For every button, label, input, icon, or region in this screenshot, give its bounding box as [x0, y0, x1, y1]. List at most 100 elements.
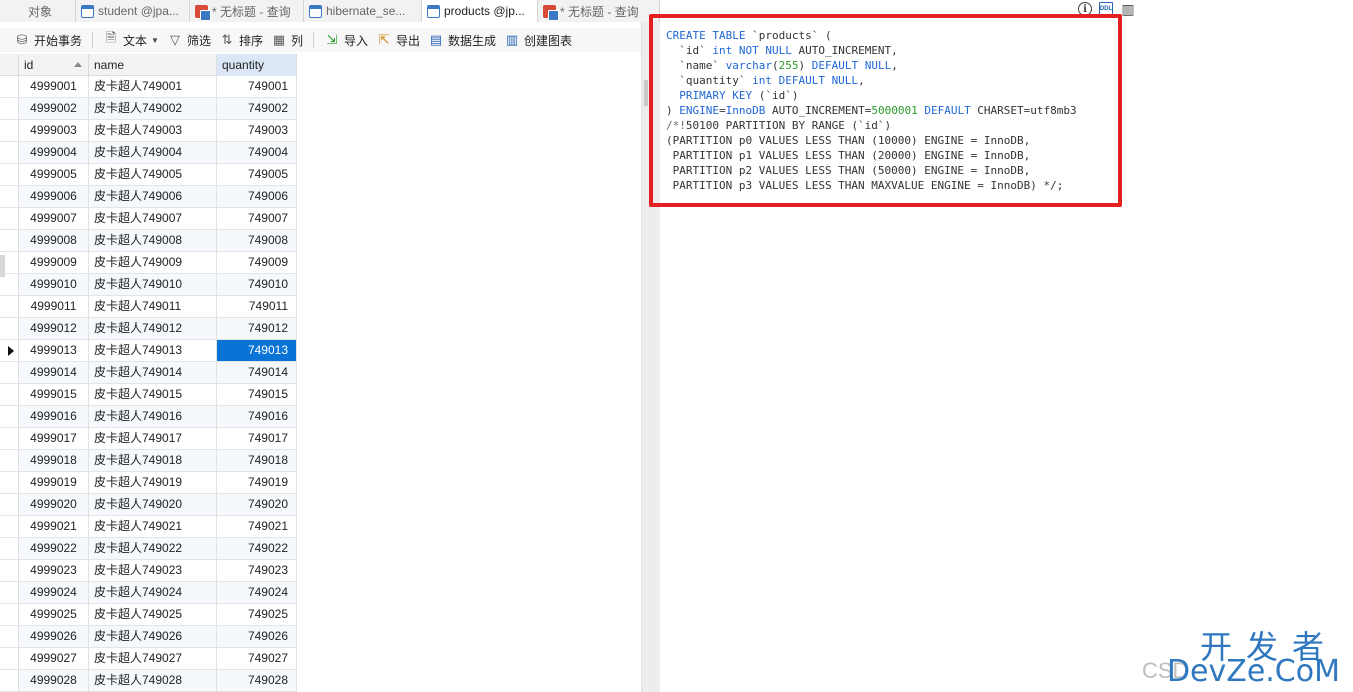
tab-untitled-query-1[interactable]: * 无标题 - 查询: [190, 0, 304, 22]
row-header[interactable]: [0, 164, 19, 185]
row-header[interactable]: [0, 208, 19, 229]
cell-id[interactable]: 4999002: [19, 98, 89, 119]
data-generation-button[interactable]: ▤ 数据生成: [424, 29, 500, 51]
table-row[interactable]: 4999019 皮卡超人749019 749019: [0, 472, 297, 494]
cell-name[interactable]: 皮卡超人749020: [89, 494, 217, 515]
cell-name[interactable]: 皮卡超人749015: [89, 384, 217, 405]
row-header[interactable]: [0, 494, 19, 515]
cell-quantity[interactable]: 749012: [217, 318, 297, 339]
table-row[interactable]: 4999008 皮卡超人749008 749008: [0, 230, 297, 252]
table-row[interactable]: 4999026 皮卡超人749026 749026: [0, 626, 297, 648]
table-row[interactable]: 4999013 皮卡超人749013 749013: [0, 340, 297, 362]
row-header[interactable]: [0, 274, 19, 295]
table-row[interactable]: 4999006 皮卡超人749006 749006: [0, 186, 297, 208]
cell-quantity[interactable]: 749014: [217, 362, 297, 383]
chevron-down-icon[interactable]: ▼: [151, 36, 159, 45]
table-row[interactable]: 4999004 皮卡超人749004 749004: [0, 142, 297, 164]
table-row[interactable]: 4999018 皮卡超人749018 749018: [0, 450, 297, 472]
row-header[interactable]: [0, 604, 19, 625]
cell-quantity[interactable]: 749007: [217, 208, 297, 229]
cell-id[interactable]: 4999016: [19, 406, 89, 427]
table-row[interactable]: 4999001 皮卡超人749001 749001: [0, 76, 297, 98]
cell-id[interactable]: 4999018: [19, 450, 89, 471]
cell-id[interactable]: 4999004: [19, 142, 89, 163]
cell-quantity[interactable]: 749026: [217, 626, 297, 647]
row-header[interactable]: [0, 428, 19, 449]
cell-name[interactable]: 皮卡超人749023: [89, 560, 217, 581]
cell-name[interactable]: 皮卡超人749014: [89, 362, 217, 383]
table-row[interactable]: 4999003 皮卡超人749003 749003: [0, 120, 297, 142]
cell-name[interactable]: 皮卡超人749019: [89, 472, 217, 493]
column-header-quantity[interactable]: quantity: [217, 54, 297, 76]
table-row[interactable]: 4999020 皮卡超人749020 749020: [0, 494, 297, 516]
row-header[interactable]: [0, 538, 19, 559]
cell-id[interactable]: 4999006: [19, 186, 89, 207]
tab-hibernate[interactable]: hibernate_se...: [304, 0, 422, 22]
tab-objects[interactable]: 对象: [0, 0, 76, 22]
row-header-corner[interactable]: [0, 54, 19, 75]
sort-button[interactable]: ⇅ 排序: [215, 29, 267, 51]
cell-quantity[interactable]: 749003: [217, 120, 297, 141]
cell-name[interactable]: 皮卡超人749028: [89, 670, 217, 691]
tab-products[interactable]: products @jp...: [422, 0, 538, 22]
cell-name[interactable]: 皮卡超人749007: [89, 208, 217, 229]
cell-id[interactable]: 4999011: [19, 296, 89, 317]
row-header[interactable]: [0, 626, 19, 647]
import-button[interactable]: ⇲ 导入: [320, 29, 372, 51]
cell-name[interactable]: 皮卡超人749010: [89, 274, 217, 295]
table-row[interactable]: 4999023 皮卡超人749023 749023: [0, 560, 297, 582]
table-row[interactable]: 4999022 皮卡超人749022 749022: [0, 538, 297, 560]
cell-name[interactable]: 皮卡超人749003: [89, 120, 217, 141]
cell-name[interactable]: 皮卡超人749005: [89, 164, 217, 185]
export-button[interactable]: ⇱ 导出: [372, 29, 424, 51]
table-row[interactable]: 4999002 皮卡超人749002 749002: [0, 98, 297, 120]
cell-id[interactable]: 4999013: [19, 340, 89, 361]
cell-id[interactable]: 4999007: [19, 208, 89, 229]
cell-id[interactable]: 4999019: [19, 472, 89, 493]
row-header[interactable]: [0, 120, 19, 141]
cell-quantity[interactable]: 749020: [217, 494, 297, 515]
row-header[interactable]: [0, 648, 19, 669]
cell-id[interactable]: 4999017: [19, 428, 89, 449]
table-row[interactable]: 4999024 皮卡超人749024 749024: [0, 582, 297, 604]
table-row[interactable]: 4999027 皮卡超人749027 749027: [0, 648, 297, 670]
cell-name[interactable]: 皮卡超人749002: [89, 98, 217, 119]
table-row[interactable]: 4999009 皮卡超人749009 749009: [0, 252, 297, 274]
cell-quantity[interactable]: 749018: [217, 450, 297, 471]
cell-id[interactable]: 4999025: [19, 604, 89, 625]
cell-id[interactable]: 4999003: [19, 120, 89, 141]
cell-name[interactable]: 皮卡超人749025: [89, 604, 217, 625]
cell-name[interactable]: 皮卡超人749001: [89, 76, 217, 97]
cell-quantity[interactable]: 749021: [217, 516, 297, 537]
table-row[interactable]: 4999011 皮卡超人749011 749011: [0, 296, 297, 318]
cell-quantity[interactable]: 749009: [217, 252, 297, 273]
cell-quantity[interactable]: 749028: [217, 670, 297, 691]
cell-id[interactable]: 4999012: [19, 318, 89, 339]
cell-quantity[interactable]: 749013: [217, 340, 297, 361]
table-row[interactable]: 4999005 皮卡超人749005 749005: [0, 164, 297, 186]
row-header[interactable]: [0, 362, 19, 383]
cell-name[interactable]: 皮卡超人749021: [89, 516, 217, 537]
cell-id[interactable]: 4999005: [19, 164, 89, 185]
cell-quantity[interactable]: 749024: [217, 582, 297, 603]
row-header[interactable]: [0, 98, 19, 119]
row-header[interactable]: [0, 406, 19, 427]
row-header[interactable]: [0, 318, 19, 339]
row-header[interactable]: [0, 296, 19, 317]
cell-quantity[interactable]: 749017: [217, 428, 297, 449]
table-row[interactable]: 4999028 皮卡超人749028 749028: [0, 670, 297, 692]
cell-id[interactable]: 4999008: [19, 230, 89, 251]
table-row[interactable]: 4999015 皮卡超人749015 749015: [0, 384, 297, 406]
begin-transaction-button[interactable]: ⛁ 开始事务: [10, 29, 86, 51]
table-row[interactable]: 4999016 皮卡超人749016 749016: [0, 406, 297, 428]
cell-quantity[interactable]: 749005: [217, 164, 297, 185]
cell-quantity[interactable]: 749027: [217, 648, 297, 669]
row-header[interactable]: [0, 582, 19, 603]
row-header[interactable]: [0, 76, 19, 97]
row-header[interactable]: [0, 450, 19, 471]
cell-name[interactable]: 皮卡超人749009: [89, 252, 217, 273]
cell-name[interactable]: 皮卡超人749024: [89, 582, 217, 603]
cell-name[interactable]: 皮卡超人749018: [89, 450, 217, 471]
cell-quantity[interactable]: 749006: [217, 186, 297, 207]
cell-id[interactable]: 4999021: [19, 516, 89, 537]
